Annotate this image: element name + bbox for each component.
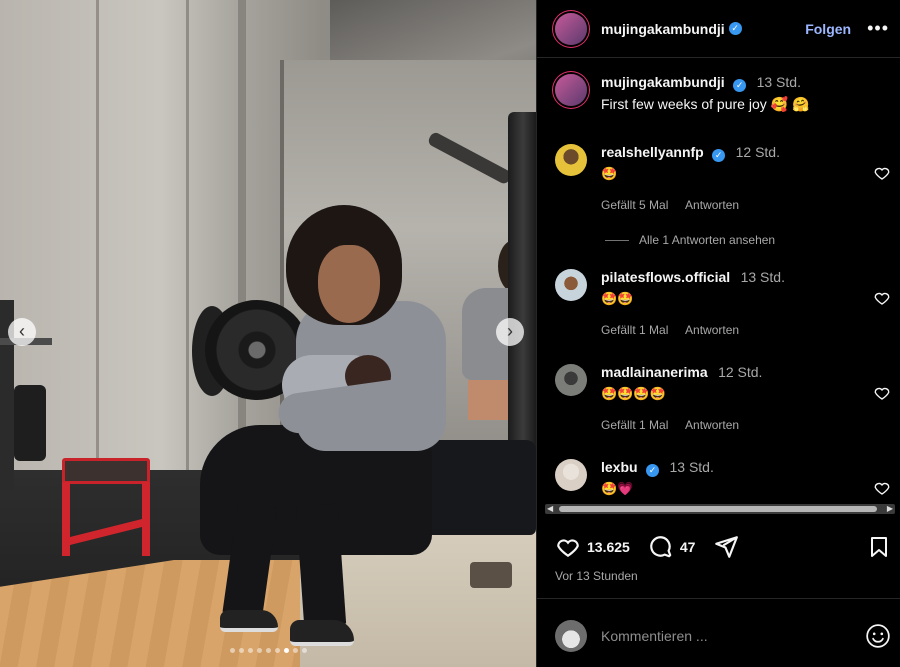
comment-input[interactable] — [601, 628, 851, 644]
carousel-prev-button[interactable]: ‹ — [8, 318, 36, 346]
caption-text: First few weeks of pure joy — [601, 96, 767, 112]
comment-likes[interactable]: Gefällt 1 Mal — [601, 418, 668, 432]
comment-bar — [555, 618, 891, 654]
comment-text: 🤩🤩🤩🤩 — [601, 386, 666, 401]
comment-likes[interactable]: Gefällt 1 Mal — [601, 323, 668, 337]
post-side-panel: mujingakambundji ✓ Folgen ••• mujingakam… — [536, 0, 900, 667]
comment-item: realshellyannfp ✓ 12 Std. 🤩 Gefällt 5 Ma… — [555, 144, 891, 212]
post-caption: mujingakambundji ✓ 13 Std. First few wee… — [555, 74, 885, 114]
heart-icon[interactable] — [873, 384, 891, 402]
wall-seam — [96, 0, 99, 470]
paper-plane-icon[interactable] — [713, 534, 739, 560]
carousel-dot[interactable] — [292, 648, 298, 653]
carousel-dot[interactable] — [283, 648, 289, 653]
post-timestamp: Vor 13 Stunden — [555, 569, 638, 583]
carousel-dot[interactable] — [274, 648, 280, 653]
divider — [537, 598, 900, 599]
commenter-avatar[interactable] — [555, 459, 587, 491]
verified-badge-icon: ✓ — [646, 464, 660, 477]
comment-time: 12 Std. — [718, 364, 763, 380]
comment-item: madlainanerima 12 Std. 🤩🤩🤩🤩 Gefällt 1 Ma… — [555, 364, 891, 432]
scroll-right-arrow-icon[interactable]: ▶ — [887, 504, 893, 514]
post-header: mujingakambundji ✓ Folgen ••• — [537, 0, 900, 58]
carousel-dot[interactable] — [265, 648, 271, 653]
comment-time: 12 Std. — [735, 144, 780, 160]
carousel-dot[interactable] — [256, 648, 262, 653]
post-photo[interactable]: ‹ › — [0, 0, 536, 667]
comment-item: pilatesflows.official 13 Std. 🤩🤩 Gefällt… — [555, 269, 891, 337]
caption-username[interactable]: mujingakambundji — [601, 74, 725, 90]
punching-bag — [508, 112, 536, 472]
comment-text: 🤩🤩 — [601, 291, 634, 306]
weight-plate — [14, 385, 46, 461]
comment-bubble-icon[interactable] — [648, 534, 674, 560]
heart-icon[interactable] — [873, 479, 891, 497]
verified-badge-icon: ✓ — [733, 79, 747, 92]
comment-time: 13 Std. — [740, 269, 785, 285]
commenter-username[interactable]: realshellyannfp — [601, 144, 704, 160]
comment-likes[interactable]: Gefällt 5 Mal — [601, 198, 668, 212]
red-step-box — [58, 458, 154, 558]
view-replies-button[interactable]: Alle 1 Antworten ansehen — [605, 233, 775, 247]
reply-button[interactable]: Antworten — [685, 198, 739, 212]
post-actions: 13.625 47 — [555, 532, 891, 562]
plyo-box-handle — [470, 562, 512, 588]
commenter-username[interactable]: madlainanerima — [601, 364, 708, 380]
reply-button[interactable]: Antworten — [685, 323, 739, 337]
bookmark-icon[interactable] — [867, 535, 891, 559]
carousel-dot[interactable] — [238, 648, 244, 653]
replies-divider — [605, 239, 629, 241]
viewer-avatar[interactable] — [555, 620, 587, 652]
comment-count[interactable]: 47 — [680, 539, 696, 555]
author-avatar[interactable] — [555, 74, 587, 106]
commenter-username[interactable]: pilatesflows.official — [601, 269, 730, 285]
author-username[interactable]: mujingakambundji — [601, 21, 725, 37]
caption-emojis: 🥰 🤗 — [770, 96, 810, 112]
reply-button[interactable]: Antworten — [685, 418, 739, 432]
comment-text: 🤩 — [601, 166, 618, 181]
commenter-avatar[interactable] — [555, 364, 587, 396]
wall-seam — [186, 0, 189, 470]
carousel-dot[interactable] — [229, 648, 235, 653]
woman-holding-baby — [190, 205, 450, 667]
heart-icon[interactable] — [873, 164, 891, 182]
comment-time: 13 Std. — [669, 459, 714, 475]
caption-time: 13 Std. — [756, 74, 801, 90]
scroll-left-arrow-icon[interactable]: ◀ — [547, 504, 553, 514]
view-replies-label: Alle 1 Antworten ansehen — [639, 233, 776, 247]
carousel-dot[interactable] — [247, 648, 253, 653]
smiley-icon[interactable] — [865, 623, 891, 649]
carousel-dots — [0, 648, 536, 653]
carousel-dot[interactable] — [301, 648, 307, 653]
comment-item: lexbu ✓ 13 Std. 🤩💗 — [555, 459, 891, 499]
heart-icon[interactable] — [555, 534, 581, 560]
author-avatar[interactable] — [555, 12, 587, 45]
heart-icon[interactable] — [873, 289, 891, 307]
like-count[interactable]: 13.625 — [587, 539, 630, 555]
carousel-next-button[interactable]: › — [496, 318, 524, 346]
verified-badge-icon: ✓ — [728, 22, 742, 35]
comment-text: 🤩💗 — [601, 481, 634, 496]
follow-button[interactable]: Folgen — [805, 21, 851, 37]
verified-badge-icon: ✓ — [712, 149, 726, 162]
commenter-username[interactable]: lexbu — [601, 459, 638, 475]
scrollbar-thumb[interactable] — [559, 506, 877, 512]
more-options-icon[interactable]: ••• — [867, 18, 889, 39]
commenter-avatar[interactable] — [555, 269, 587, 301]
commenter-avatar[interactable] — [555, 144, 587, 176]
horizontal-scrollbar[interactable]: ◀ ▶ — [545, 504, 895, 514]
